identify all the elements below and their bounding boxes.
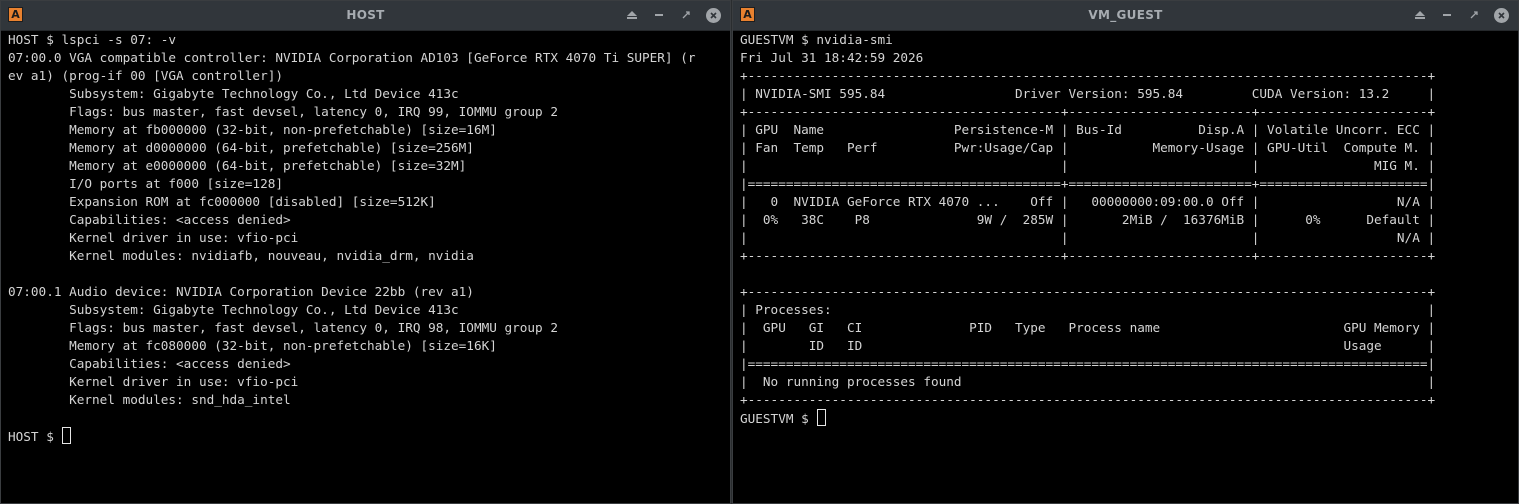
terminal-line: Flags: bus master, fast devsel, latency …: [8, 320, 558, 335]
terminal-line: | ID ID Usage |: [740, 338, 1436, 353]
terminal-line: | Processes: |: [740, 302, 1436, 317]
text-cursor: [817, 409, 827, 426]
terminal-line: Flags: bus master, fast devsel, latency …: [8, 104, 558, 119]
terminal-line: Capabilities: <access denied>: [8, 212, 291, 227]
terminal-line: +---------------------------------------…: [740, 104, 1436, 119]
minimize-icon[interactable]: [650, 6, 668, 24]
terminal-line: | No running processes found |: [740, 374, 1436, 389]
terminal-line: | | | MIG M. |: [740, 158, 1436, 173]
terminal-line: Memory at fb000000 (32-bit, non-prefetch…: [8, 122, 497, 137]
terminal-line: Kernel driver in use: vfio-pci: [8, 230, 299, 245]
terminal-line: GUESTVM $ nvidia-smi: [740, 32, 893, 47]
close-icon[interactable]: [1492, 6, 1510, 24]
terminal-line: +---------------------------------------…: [740, 392, 1436, 407]
terminal-line: HOST $ lspci -s 07: -v: [8, 32, 177, 47]
host-terminal-window: A HOST HOST $ lspci -s 07: -v 07:00.0 VGA…: [0, 0, 731, 504]
guest-window-title: VM_GUEST: [1088, 8, 1163, 22]
terminal-line: 07:00.0 VGA compatible controller: NVIDI…: [8, 50, 696, 65]
terminal-line: Fri Jul 31 18:42:59 2026: [740, 50, 924, 65]
terminal-line: +---------------------------------------…: [740, 284, 1436, 299]
terminal-line: | 0 NVIDIA GeForce RTX 4070 ... Off | 00…: [740, 194, 1436, 209]
guest-titlebar[interactable]: A VM_GUEST: [733, 1, 1518, 31]
terminal-line: Subsystem: Gigabyte Technology Co., Ltd …: [8, 86, 459, 101]
guest-terminal-output[interactable]: GUESTVM $ nvidia-smi Fri Jul 31 18:42:59 …: [733, 31, 1518, 503]
minimize-icon[interactable]: [1438, 6, 1456, 24]
maximize-icon[interactable]: [1465, 6, 1483, 24]
terminal-line: Kernel modules: nvidiafb, nouveau, nvidi…: [8, 248, 474, 263]
close-icon[interactable]: [704, 6, 722, 24]
host-terminal-output[interactable]: HOST $ lspci -s 07: -v 07:00.0 VGA compat…: [1, 31, 730, 503]
terminal-line: Expansion ROM at fc000000 [disabled] [si…: [8, 194, 436, 209]
terminal-line: +---------------------------------------…: [740, 248, 1436, 263]
terminal-line: Kernel driver in use: vfio-pci: [8, 374, 299, 389]
terminal-line: ev a1) (prog-if 00 [VGA controller]): [8, 68, 283, 83]
host-titlebar[interactable]: A HOST: [1, 1, 730, 31]
prompt-text: GUESTVM $: [740, 411, 817, 426]
terminal-line: |=======================================…: [740, 356, 1436, 371]
keep-above-icon[interactable]: [1411, 6, 1429, 24]
terminal-line: Memory at e0000000 (64-bit, prefetchable…: [8, 158, 467, 173]
shell-prompt[interactable]: GUESTVM $: [740, 409, 1518, 428]
shell-prompt[interactable]: HOST $: [8, 427, 730, 446]
terminal-line: I/O ports at f000 [size=128]: [8, 176, 283, 191]
terminal-line: | GPU Name Persistence-M | Bus-Id Disp.A…: [740, 122, 1436, 137]
terminal-line: Memory at d0000000 (64-bit, prefetchable…: [8, 140, 474, 155]
terminal-line: |=======================================…: [740, 176, 1436, 191]
maximize-icon[interactable]: [677, 6, 695, 24]
prompt-text: HOST $: [8, 429, 62, 444]
terminal-line: | 0% 38C P8 9W / 285W | 2MiB / 16376MiB …: [740, 212, 1436, 227]
keep-above-icon[interactable]: [623, 6, 641, 24]
guest-output-text: GUESTVM $ nvidia-smi Fri Jul 31 18:42:59 …: [733, 31, 1518, 428]
guest-terminal-window: A VM_GUEST GUESTVM $ nvidia-smi Fri Jul 3…: [732, 0, 1519, 504]
terminal-line: +---------------------------------------…: [740, 68, 1436, 83]
terminal-line: | | | N/A |: [740, 230, 1436, 245]
terminal-line: | GPU GI CI PID Type Process name GPU Me…: [740, 320, 1436, 335]
terminal-line: | NVIDIA-SMI 595.84 Driver Version: 595.…: [740, 86, 1436, 101]
terminal-line: 07:00.1 Audio device: NVIDIA Corporation…: [8, 284, 474, 299]
terminal-line: | Fan Temp Perf Pwr:Usage/Cap | Memory-U…: [740, 140, 1436, 155]
host-output-text: HOST $ lspci -s 07: -v 07:00.0 VGA compat…: [1, 31, 730, 446]
terminal-line: Subsystem: Gigabyte Technology Co., Ltd …: [8, 302, 459, 317]
terminal-line: Kernel modules: snd_hda_intel: [8, 392, 291, 407]
text-cursor: [62, 427, 72, 444]
terminal-line: Memory at fc080000 (32-bit, non-prefetch…: [8, 338, 497, 353]
terminal-line: Capabilities: <access denied>: [8, 356, 291, 371]
